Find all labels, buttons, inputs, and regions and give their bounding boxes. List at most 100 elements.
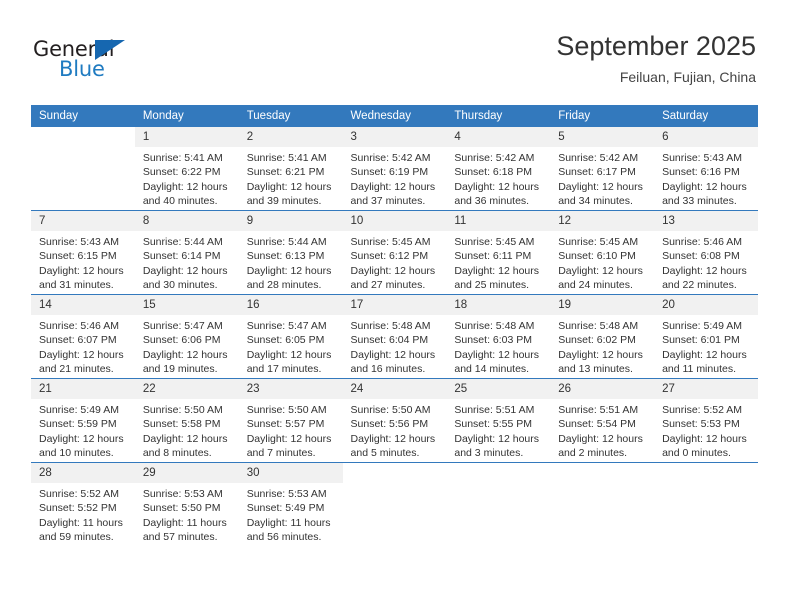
calendar-cell-inner: 18 Sunrise: 5:48 AM Sunset: 6:03 PM Dayligh… <box>446 295 551 378</box>
calendar-day-cell[interactable]: 13 Sunrise: 5:46 AM Sunset: 6:08 PM Dayligh… <box>654 210 758 295</box>
calendar-day-cell[interactable]: 19 Sunrise: 5:48 AM Sunset: 6:02 PM Dayligh… <box>550 294 655 379</box>
sunrise-time: Sunrise: 5:50 AM <box>246 404 327 416</box>
calendar-week-row: 14 Sunrise: 5:46 AM Sunset: 6:07 PM Dayligh… <box>31 294 758 379</box>
day-details: Sunrise: 5:52 AM Sunset: 5:52 PM Daylight:… <box>31 483 135 545</box>
sunset-time: Sunset: 5:52 PM <box>39 502 117 515</box>
sunset-time: Sunset: 6:17 PM <box>558 166 636 179</box>
calendar-day-cell[interactable]: 18 Sunrise: 5:48 AM Sunset: 6:03 PM Dayligh… <box>446 294 551 379</box>
calendar-day-cell[interactable]: 15 Sunrise: 5:47 AM Sunset: 6:06 PM Dayligh… <box>134 294 239 379</box>
calendar-cell-inner: 22 Sunrise: 5:50 AM Sunset: 5:58 PM Dayligh… <box>134 379 239 462</box>
day-number: 10 <box>342 211 447 231</box>
day-details: Sunrise: 5:45 AM Sunset: 6:12 PM Daylight:… <box>343 231 447 293</box>
calendar-cell-inner: 2 Sunrise: 5:41 AM Sunset: 6:21 PM Daylight… <box>238 127 343 210</box>
calendar-cell-empty <box>654 462 758 546</box>
day-details: Sunrise: 5:49 AM Sunset: 5:59 PM Daylight:… <box>31 399 135 461</box>
sunset-time: Sunset: 6:06 PM <box>142 334 221 347</box>
calendar-day-cell[interactable]: 11 Sunrise: 5:45 AM Sunset: 6:11 PM Dayligh… <box>446 210 551 295</box>
calendar-cell-inner: 21 Sunrise: 5:49 AM Sunset: 5:59 PM Dayligh… <box>31 379 135 462</box>
day-details: Sunrise: 5:47 AM Sunset: 6:05 PM Daylight:… <box>239 315 343 377</box>
daylight-duration-line2: and 28 minutes. <box>246 279 322 292</box>
sunset-time: Sunset: 6:12 PM <box>350 250 429 263</box>
daylight-duration-line1: Daylight: 12 hours <box>454 180 540 193</box>
sunrise-time: Sunrise: 5:41 AM <box>246 152 327 164</box>
day-details: Sunrise: 5:42 AM Sunset: 6:17 PM Daylight:… <box>550 147 654 209</box>
day-details: Sunrise: 5:50 AM Sunset: 5:56 PM Daylight:… <box>343 399 447 461</box>
calendar-day-cell[interactable]: 21 Sunrise: 5:49 AM Sunset: 5:59 PM Dayligh… <box>31 378 135 463</box>
calendar-day-cell[interactable]: 30 Sunrise: 5:53 AM Sunset: 5:49 PM Dayligh… <box>238 462 343 546</box>
daylight-duration-line1: Daylight: 12 hours <box>246 432 332 445</box>
calendar-cell-inner: 9 Sunrise: 5:44 AM Sunset: 6:13 PM Daylight… <box>238 211 343 294</box>
day-number: 17 <box>342 295 447 315</box>
calendar-cell-inner: 29 Sunrise: 5:53 AM Sunset: 5:50 PM Dayligh… <box>134 463 239 546</box>
daylight-duration-line2: and 21 minutes. <box>39 363 114 376</box>
daylight-duration-line1: Daylight: 12 hours <box>350 264 436 277</box>
daylight-duration-line2: and 40 minutes. <box>142 195 218 208</box>
weekday-header-thursday: Thursday <box>446 105 551 127</box>
daylight-duration-line2: and 56 minutes. <box>246 531 322 544</box>
daylight-duration-line1: Daylight: 12 hours <box>39 264 124 277</box>
sunrise-time: Sunrise: 5:48 AM <box>350 320 431 332</box>
sunrise-time: Sunrise: 5:45 AM <box>454 236 535 248</box>
calendar-day-cell[interactable]: 16 Sunrise: 5:47 AM Sunset: 6:05 PM Dayligh… <box>238 294 343 379</box>
calendar-day-cell[interactable]: 6 Sunrise: 5:43 AM Sunset: 6:16 PM Daylight… <box>654 127 758 211</box>
day-number: 19 <box>550 295 655 315</box>
calendar-cell-inner: 20 Sunrise: 5:49 AM Sunset: 6:01 PM Dayligh… <box>654 295 758 378</box>
day-number <box>342 463 447 483</box>
calendar-day-cell[interactable]: 28 Sunrise: 5:52 AM Sunset: 5:52 PM Dayligh… <box>31 462 135 546</box>
calendar-day-cell[interactable]: 9 Sunrise: 5:44 AM Sunset: 6:13 PM Daylight… <box>238 210 343 295</box>
sunset-time: Sunset: 5:59 PM <box>39 418 117 431</box>
calendar-day-cell[interactable]: 7 Sunrise: 5:43 AM Sunset: 6:15 PM Daylight… <box>31 210 135 295</box>
daylight-duration-line2: and 22 minutes. <box>662 279 737 292</box>
calendar-day-cell[interactable]: 14 Sunrise: 5:46 AM Sunset: 6:07 PM Dayligh… <box>31 294 135 379</box>
calendar-day-cell[interactable]: 4 Sunrise: 5:42 AM Sunset: 6:18 PM Daylight… <box>446 127 551 211</box>
calendar-day-cell[interactable]: 23 Sunrise: 5:50 AM Sunset: 5:57 PM Dayligh… <box>238 378 343 463</box>
calendar-day-cell[interactable]: 29 Sunrise: 5:53 AM Sunset: 5:50 PM Dayligh… <box>134 462 239 546</box>
day-number: 23 <box>238 379 343 399</box>
calendar-day-cell[interactable]: 3 Sunrise: 5:42 AM Sunset: 6:19 PM Daylight… <box>342 127 447 211</box>
calendar-day-cell[interactable]: 12 Sunrise: 5:45 AM Sunset: 6:10 PM Dayligh… <box>550 210 655 295</box>
calendar-cell-inner: 7 Sunrise: 5:43 AM Sunset: 6:15 PM Daylight… <box>31 211 135 294</box>
daylight-duration-line2: and 34 minutes. <box>558 195 633 208</box>
sunrise-time: Sunrise: 5:49 AM <box>39 404 119 416</box>
daylight-duration-line2: and 2 minutes. <box>558 447 628 460</box>
daylight-duration-line1: Daylight: 12 hours <box>39 348 124 361</box>
calendar-cell-inner: 24 Sunrise: 5:50 AM Sunset: 5:56 PM Dayligh… <box>342 379 447 462</box>
generalblue-logo[interactable]: General Blue <box>33 38 148 82</box>
calendar-cell-inner: 10 Sunrise: 5:45 AM Sunset: 6:12 PM Dayligh… <box>342 211 447 294</box>
sunrise-time: Sunrise: 5:46 AM <box>662 236 743 248</box>
sunset-time: Sunset: 5:55 PM <box>454 418 533 431</box>
calendar-day-cell[interactable]: 17 Sunrise: 5:48 AM Sunset: 6:04 PM Dayligh… <box>342 294 447 379</box>
day-details: Sunrise: 5:51 AM Sunset: 5:54 PM Daylight:… <box>550 399 654 461</box>
day-details: Sunrise: 5:44 AM Sunset: 6:14 PM Daylight:… <box>135 231 239 293</box>
calendar-day-cell[interactable]: 10 Sunrise: 5:45 AM Sunset: 6:12 PM Dayligh… <box>342 210 447 295</box>
calendar-day-cell[interactable]: 22 Sunrise: 5:50 AM Sunset: 5:58 PM Dayligh… <box>134 378 239 463</box>
calendar-day-cell[interactable]: 25 Sunrise: 5:51 AM Sunset: 5:55 PM Dayligh… <box>446 378 551 463</box>
sunset-time: Sunset: 6:21 PM <box>246 166 325 179</box>
calendar-day-cell[interactable]: 20 Sunrise: 5:49 AM Sunset: 6:01 PM Dayligh… <box>654 294 758 379</box>
daylight-duration-line1: Daylight: 12 hours <box>142 432 228 445</box>
calendar-day-cell[interactable]: 24 Sunrise: 5:50 AM Sunset: 5:56 PM Dayligh… <box>342 378 447 463</box>
calendar-cell-inner: 16 Sunrise: 5:47 AM Sunset: 6:05 PM Dayligh… <box>238 295 343 378</box>
daylight-duration-line2: and 7 minutes. <box>246 447 316 460</box>
calendar-day-cell[interactable]: 26 Sunrise: 5:51 AM Sunset: 5:54 PM Dayligh… <box>550 378 655 463</box>
calendar-cell-inner: 26 Sunrise: 5:51 AM Sunset: 5:54 PM Dayligh… <box>550 379 655 462</box>
day-details: Sunrise: 5:43 AM Sunset: 6:16 PM Daylight:… <box>654 147 758 209</box>
day-number: 21 <box>31 379 135 399</box>
daylight-duration-line2: and 25 minutes. <box>454 279 530 292</box>
sunset-time: Sunset: 5:54 PM <box>558 418 636 431</box>
day-details <box>654 483 758 487</box>
calendar-day-cell[interactable]: 27 Sunrise: 5:52 AM Sunset: 5:53 PM Dayligh… <box>654 378 758 463</box>
daylight-duration-line1: Daylight: 12 hours <box>558 264 643 277</box>
weekday-header-wednesday: Wednesday <box>342 105 447 127</box>
daylight-duration-line1: Daylight: 12 hours <box>558 348 643 361</box>
day-details: Sunrise: 5:50 AM Sunset: 5:58 PM Daylight:… <box>135 399 239 461</box>
calendar-day-cell[interactable]: 8 Sunrise: 5:44 AM Sunset: 6:14 PM Daylight… <box>134 210 239 295</box>
calendar-day-cell[interactable]: 2 Sunrise: 5:41 AM Sunset: 6:21 PM Daylight… <box>238 127 343 211</box>
sunrise-time: Sunrise: 5:48 AM <box>454 320 535 332</box>
sunset-time: Sunset: 6:02 PM <box>558 334 636 347</box>
daylight-duration-line2: and 13 minutes. <box>558 363 633 376</box>
calendar-day-cell[interactable]: 5 Sunrise: 5:42 AM Sunset: 6:17 PM Daylight… <box>550 127 655 211</box>
calendar-day-cell[interactable]: 1 Sunrise: 5:41 AM Sunset: 6:22 PM Daylight… <box>134 127 239 211</box>
sunset-time: Sunset: 6:13 PM <box>246 250 325 263</box>
daylight-duration-line2: and 16 minutes. <box>350 363 426 376</box>
